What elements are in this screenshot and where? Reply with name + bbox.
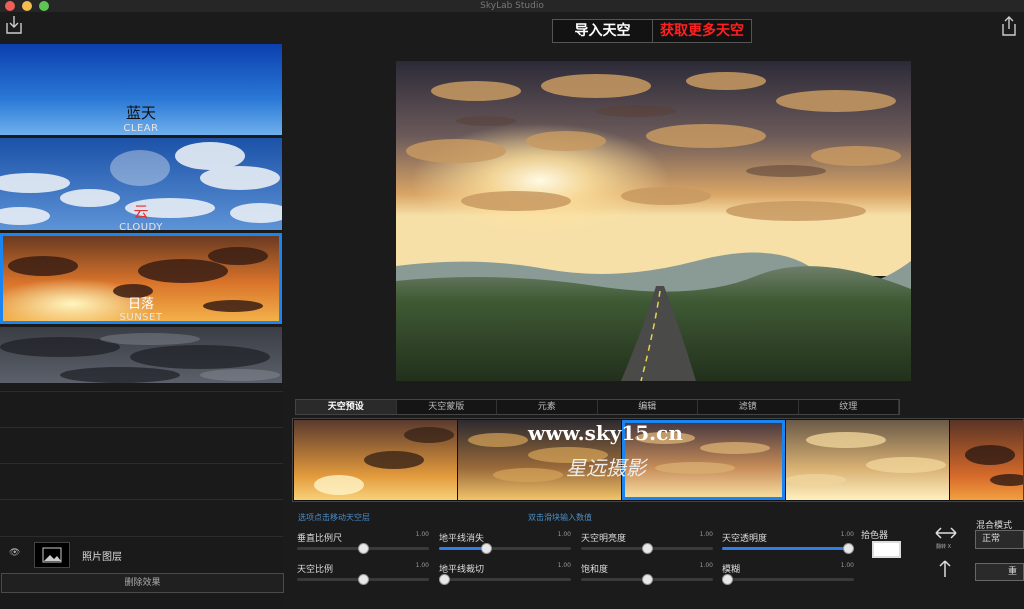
slider-knob[interactable] — [641, 543, 653, 554]
watermark-script: 星远摄影 — [566, 456, 646, 480]
tab-filters[interactable]: 滤镜 — [698, 400, 799, 414]
slider-label: 地平线裁切 — [439, 565, 485, 575]
slider-label: 模糊 — [722, 565, 741, 575]
slider-sky-opacity[interactable]: 天空透明度 1.00 — [722, 531, 854, 559]
preset-sunset-zh: 日落 — [127, 297, 154, 312]
slider-value: 1.00 — [557, 562, 571, 569]
slider-vertical-scale[interactable]: 垂直比例尺 1.00 — [297, 531, 429, 559]
header-buttons: 导入天空 获取更多天空 — [552, 19, 752, 43]
flip-vertical-icon[interactable] — [936, 560, 954, 578]
slider-sky-brightness[interactable]: 天空明亮度 1.00 — [581, 531, 713, 559]
slider-value: 1.00 — [840, 531, 854, 538]
slider-knob[interactable] — [357, 574, 369, 585]
slider-horizon-fade[interactable]: 地平线消失 1.00 — [439, 531, 571, 559]
slider-label: 垂直比例尺 — [297, 534, 343, 544]
delete-effect-button[interactable]: 删除效果 — [1, 573, 284, 593]
sky-thumbnail[interactable] — [294, 420, 457, 500]
photo-layer-row[interactable]: 👁 照片图层 — [0, 536, 283, 572]
slider-label: 天空比例 — [297, 565, 334, 575]
flip-x-label: 翻转 X — [936, 544, 952, 550]
slider-label: 天空透明度 — [722, 534, 768, 544]
slider-knob[interactable] — [439, 574, 450, 585]
slider-label: 天空明亮度 — [581, 534, 627, 544]
preset-sunset-en: SUNSET — [119, 312, 163, 323]
eye-icon[interactable]: 👁 — [9, 548, 20, 558]
preset-cloudy[interactable]: 云 CLOUDY — [0, 138, 282, 230]
preset-clear[interactable]: 蓝天 CLEAR — [0, 44, 282, 135]
slider-blur[interactable]: 模糊 1.00 — [722, 562, 854, 590]
reset-button[interactable]: 重 — [975, 563, 1024, 581]
slider-knob[interactable] — [357, 543, 369, 554]
slider-knob[interactable] — [843, 543, 854, 554]
watermark-url: www.sky15.cn — [528, 421, 683, 445]
preset-sunset[interactable]: 日落 SUNSET — [0, 233, 282, 324]
layer-list — [0, 391, 283, 535]
slider-value: 1.00 — [415, 531, 429, 538]
preset-clear-zh: 蓝天 — [125, 104, 156, 122]
slider-value: 1.00 — [699, 531, 713, 538]
color-picker-swatch[interactable] — [872, 541, 901, 558]
slider-label: 地平线消失 — [439, 534, 485, 544]
get-more-skies-button[interactable]: 获取更多天空 — [653, 20, 751, 42]
download-icon[interactable] — [5, 15, 25, 35]
tab-texture[interactable]: 纹理 — [799, 400, 899, 414]
preview-canvas[interactable] — [396, 61, 911, 381]
slider-value: 1.00 — [840, 562, 854, 569]
tool-tabs: 天空预设 天空蒙版 元素 编辑 滤镜 纹理 — [295, 399, 900, 415]
preset-cloudy-zh: 云 — [133, 203, 149, 221]
slider-horizon-crop[interactable]: 地平线裁切 1.00 — [439, 562, 571, 590]
preset-panel: 蓝天 CLEAR 云 CLOUDY 日落 SUNSET 👁 照片图层 删除效果 — [0, 43, 284, 609]
tab-sky-mask[interactable]: 天空蒙版 — [397, 400, 497, 414]
slider-value: 1.00 — [699, 562, 713, 569]
hint-move-sky: 选项点击移动天空层 — [298, 513, 370, 522]
slider-knob[interactable] — [641, 574, 653, 585]
hint-double-click: 双击滑块输入数值 — [528, 513, 592, 522]
app-window: SkyLab Studio 导入天空 获取更多天空 蓝天 CLEAR 云 CLOUD… — [0, 0, 1024, 609]
sky-thumbnail[interactable] — [950, 420, 1023, 500]
preset-cloudy-en: CLOUDY — [119, 222, 163, 230]
window-title: SkyLab Studio — [480, 1, 544, 11]
slider-knob[interactable] — [481, 543, 493, 554]
slider-label: 饱和度 — [581, 565, 609, 575]
tab-sky-presets[interactable]: 天空预设 — [296, 400, 397, 414]
preset-storm[interactable] — [0, 327, 282, 383]
sky-thumbnail[interactable] — [786, 420, 949, 500]
preset-clear-en: CLEAR — [123, 123, 159, 134]
slider-sky-scale[interactable]: 天空比例 1.00 — [297, 562, 429, 590]
title-bar: SkyLab Studio — [0, 0, 1024, 12]
slider-knob[interactable] — [722, 574, 733, 585]
slider-value: 1.00 — [415, 562, 429, 569]
slider-value: 1.00 — [557, 531, 571, 538]
photo-layer-thumbnail — [34, 542, 70, 568]
flip-horizontal-icon[interactable] — [934, 525, 958, 541]
tab-edit[interactable]: 编辑 — [598, 400, 698, 414]
tab-elements[interactable]: 元素 — [497, 400, 598, 414]
blend-mode-select[interactable]: 正常 — [975, 530, 1024, 549]
color-picker-label: 拾色器 — [861, 531, 889, 541]
import-sky-button[interactable]: 导入天空 — [553, 20, 653, 42]
slider-saturation[interactable]: 饱和度 1.00 — [581, 562, 713, 590]
share-icon[interactable] — [1000, 16, 1020, 36]
photo-layer-label: 照片图层 — [82, 552, 122, 563]
